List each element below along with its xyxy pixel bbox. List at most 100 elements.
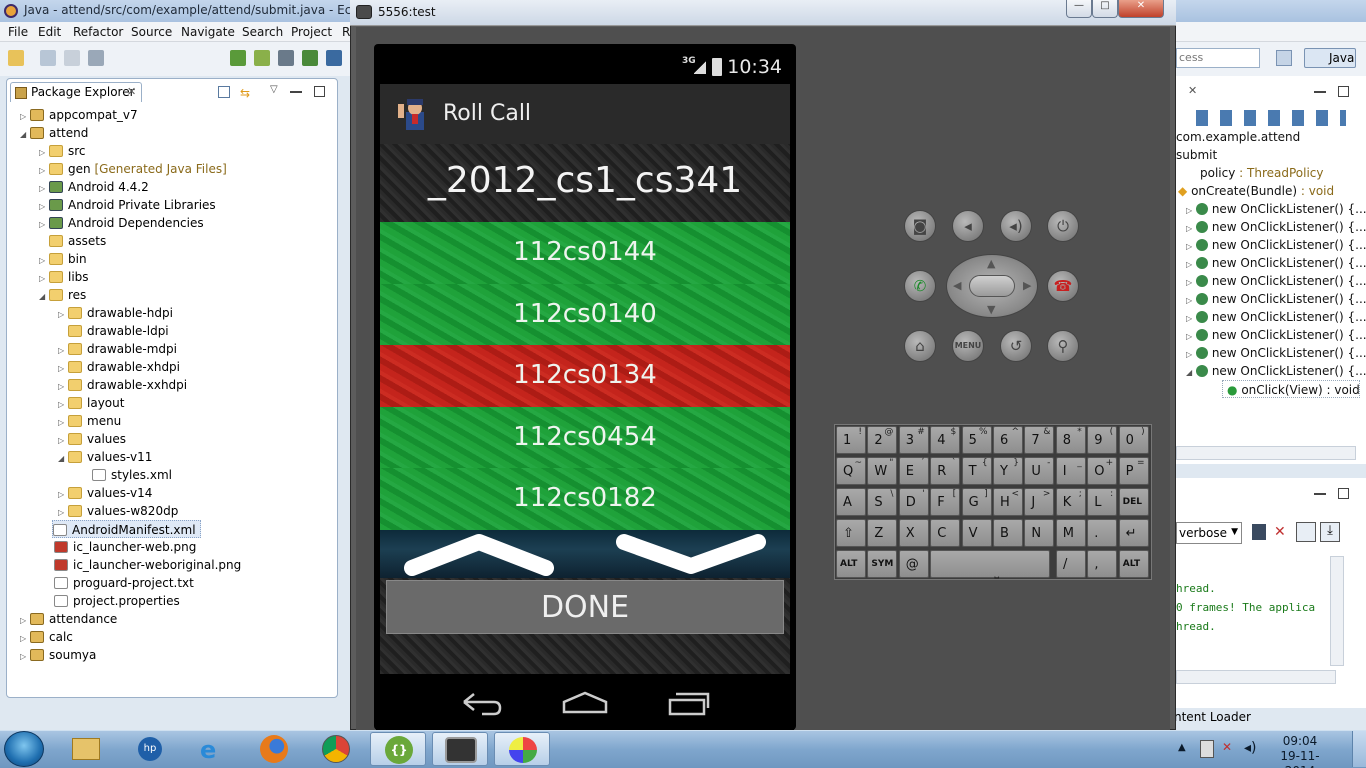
show-hidden-icons[interactable]: ▲ bbox=[1178, 742, 1186, 753]
outline-listener[interactable]: ▷ new OnClickListener() {... bbox=[1186, 308, 1366, 326]
expand-icon[interactable]: ▷ bbox=[1186, 206, 1192, 215]
recent-apps-icon[interactable] bbox=[666, 690, 712, 718]
done-button[interactable]: DONE bbox=[386, 580, 784, 634]
key-1[interactable]: 2 @ bbox=[867, 426, 898, 454]
android-sdk-icon[interactable] bbox=[230, 50, 246, 66]
scroll-down-arrow-icon[interactable] bbox=[616, 532, 766, 576]
menu-file[interactable]: File bbox=[8, 25, 28, 39]
print-icon[interactable] bbox=[88, 50, 104, 66]
key-24[interactable]: G] bbox=[961, 488, 992, 516]
menu-refactor[interactable]: Refactor bbox=[73, 25, 123, 39]
menu-search[interactable]: Search bbox=[242, 25, 283, 39]
key-39[interactable]: ↵ bbox=[1118, 519, 1149, 547]
outline-field[interactable]: policy : ThreadPolicy bbox=[1200, 164, 1324, 182]
expand-icon[interactable]: ▷ bbox=[1186, 278, 1192, 287]
taskbar-ie[interactable]: e bbox=[184, 732, 240, 766]
key-0[interactable]: 1! bbox=[836, 426, 866, 454]
collapse-icon[interactable]: ◢ bbox=[58, 450, 68, 468]
maximize-icon[interactable] bbox=[1338, 86, 1349, 97]
checkbox-icon[interactable] bbox=[302, 50, 318, 66]
tree-item-attend[interactable]: ◢ attend bbox=[20, 124, 88, 142]
minimize-icon[interactable] bbox=[1314, 91, 1326, 93]
key-23[interactable]: F[ bbox=[930, 488, 961, 516]
save-log-icon[interactable] bbox=[1252, 524, 1266, 540]
key-18[interactable]: O + bbox=[1087, 457, 1118, 485]
key-19[interactable]: P = bbox=[1118, 457, 1149, 485]
maximize-button[interactable]: □ bbox=[1092, 0, 1118, 18]
dpad-down-icon[interactable]: ▼ bbox=[987, 303, 995, 316]
camera-button[interactable]: ◙ bbox=[904, 210, 936, 242]
outline-listener[interactable]: ▷ new OnClickListener() {... bbox=[1186, 326, 1366, 344]
link-editor-icon[interactable]: ⇆ bbox=[240, 86, 250, 100]
collapse-icon[interactable]: ◢ bbox=[39, 288, 49, 306]
key-38[interactable]: . bbox=[1087, 519, 1118, 547]
show-desktop-button[interactable] bbox=[1352, 731, 1366, 767]
search-hw-button[interactable]: ⚲ bbox=[1047, 330, 1079, 362]
expand-icon[interactable]: ▷ bbox=[1186, 314, 1192, 323]
outline-listener[interactable]: ▷ new OnClickListener() {... bbox=[1186, 236, 1366, 254]
tree-item-appcompat[interactable]: ▷ appcompat_v7 bbox=[20, 106, 138, 124]
tree-item-layout[interactable]: ▷ layout bbox=[58, 394, 124, 412]
key-16[interactable]: U- bbox=[1024, 457, 1055, 485]
expand-icon[interactable]: ▷ bbox=[1186, 260, 1192, 269]
home-hw-button[interactable]: ⌂ bbox=[904, 330, 936, 362]
expand-icon[interactable]: ▷ bbox=[1186, 224, 1192, 233]
key-26[interactable]: J > bbox=[1024, 488, 1055, 516]
close-icon[interactable]: ✕ bbox=[1188, 84, 1197, 97]
horizontal-scrollbar[interactable] bbox=[1176, 670, 1336, 684]
key-14[interactable]: T{ bbox=[961, 457, 992, 485]
key-28[interactable]: L: bbox=[1087, 488, 1118, 516]
scroll-up-arrow-icon[interactable] bbox=[404, 532, 554, 576]
outline-toolbar-icons[interactable] bbox=[1196, 110, 1346, 126]
save-icon[interactable] bbox=[40, 50, 56, 66]
vertical-scrollbar[interactable] bbox=[1330, 556, 1344, 666]
tree-item-values-w820dp[interactable]: ▷ values-w820dp bbox=[58, 502, 178, 520]
taskbar-eclipse-app[interactable]: {} bbox=[370, 732, 426, 766]
tree-item-menu[interactable]: ▷ menu bbox=[58, 412, 121, 430]
tree-item-ic-launcher-weboriginal[interactable]: ic_launcher-weboriginal.png bbox=[54, 556, 241, 574]
key-bottom-1[interactable]: SYM bbox=[867, 550, 898, 578]
app-logo-icon[interactable] bbox=[396, 96, 432, 132]
outline-listener[interactable]: ▷ new OnClickListener() {... bbox=[1186, 290, 1366, 308]
toggle-view-icon[interactable] bbox=[1296, 522, 1316, 542]
key-bottom-6[interactable]: ALT bbox=[1118, 550, 1149, 578]
key-bottom-0[interactable]: ALT bbox=[836, 550, 866, 578]
expand-icon[interactable]: ▷ bbox=[1186, 296, 1192, 305]
key-4[interactable]: 5% bbox=[961, 426, 992, 454]
expand-icon[interactable]: ◢ bbox=[1186, 368, 1192, 377]
tree-item-values[interactable]: ▷ values bbox=[58, 430, 126, 448]
home-icon[interactable] bbox=[560, 690, 610, 716]
key-31[interactable]: Z bbox=[867, 519, 898, 547]
outline-listener[interactable]: ▷ new OnClickListener() {... bbox=[1186, 272, 1366, 290]
tree-item-drawable-hdpi[interactable]: ▷ drawable-hdpi bbox=[58, 304, 173, 322]
expand-icon[interactable]: ▷ bbox=[58, 306, 68, 324]
outline-listener[interactable]: ◢ new OnClickListener() {... bbox=[1186, 362, 1366, 380]
key-32[interactable]: X bbox=[898, 519, 929, 547]
roll-number-item[interactable]: 112cs0182 bbox=[380, 468, 790, 530]
tree-item-libs[interactable]: ▷ libs bbox=[39, 268, 89, 286]
outline-listener[interactable]: ▷ new OnClickListener() {... bbox=[1186, 344, 1366, 362]
key-20[interactable]: A bbox=[836, 488, 866, 516]
horizontal-scrollbar[interactable] bbox=[1176, 446, 1356, 460]
key-bottom-4[interactable]: / bbox=[1056, 550, 1086, 578]
tree-item-private-libs[interactable]: ▷ Android Private Libraries bbox=[39, 196, 216, 214]
call-button[interactable]: ✆ bbox=[904, 270, 936, 302]
new-icon[interactable] bbox=[8, 50, 24, 66]
minimize-button[interactable]: — bbox=[1066, 0, 1092, 18]
tree-item-project-properties[interactable]: project.properties bbox=[54, 592, 180, 610]
outline-method[interactable]: ◆ onCreate(Bundle) : void bbox=[1178, 182, 1334, 200]
package-explorer-tab[interactable]: Package Explorer ✕ bbox=[10, 82, 142, 102]
tree-item-android-442[interactable]: ▷ Android 4.4.2 bbox=[39, 178, 149, 196]
key-10[interactable]: Q ~ bbox=[836, 457, 866, 485]
back-icon[interactable] bbox=[460, 692, 504, 716]
taskbar-emulator[interactable] bbox=[432, 732, 488, 766]
debug-icon[interactable] bbox=[326, 50, 342, 66]
tree-item-calc[interactable]: ▷ calc bbox=[20, 628, 73, 646]
key-37[interactable]: M bbox=[1055, 519, 1086, 547]
outline-listener[interactable]: ▷ new OnClickListener() {... bbox=[1186, 254, 1366, 272]
lint-icon[interactable] bbox=[278, 50, 294, 66]
menu-edit[interactable]: Edit bbox=[38, 25, 61, 39]
menu-source[interactable]: Source bbox=[131, 25, 172, 39]
key-7[interactable]: 8 * bbox=[1055, 426, 1086, 454]
start-button[interactable] bbox=[4, 731, 44, 767]
